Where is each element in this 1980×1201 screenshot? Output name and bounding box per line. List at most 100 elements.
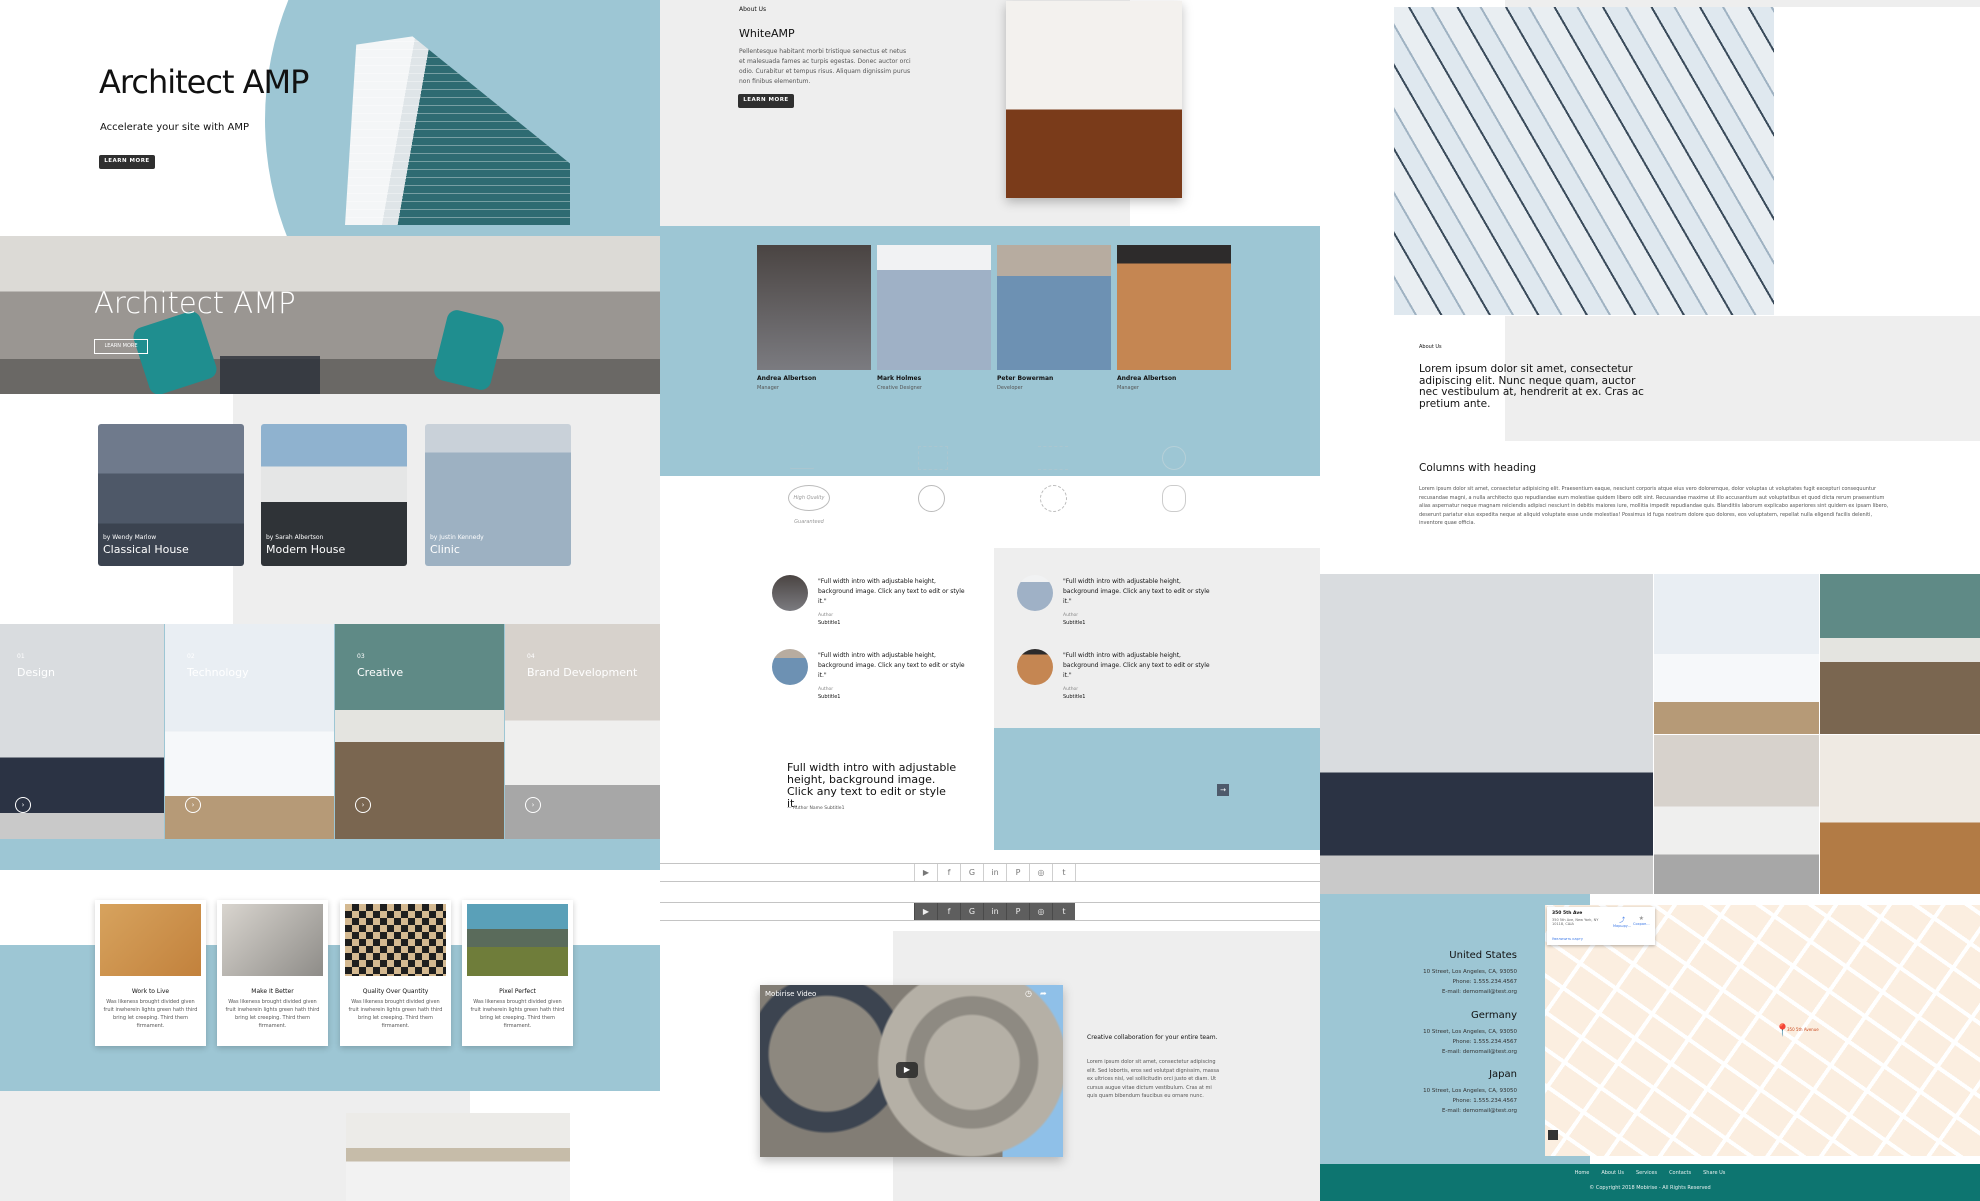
- footer-link-home[interactable]: Home: [1575, 1170, 1590, 1176]
- team-member-role: Creative Designer: [877, 385, 922, 391]
- project-title: Classical House: [103, 543, 189, 556]
- qr-code-icon: [1548, 1130, 1558, 1140]
- team-photo: [1117, 245, 1231, 370]
- google-plus-icon[interactable]: G: [960, 864, 983, 881]
- contact-address: 10 Street, Los Angeles, CA, 93050: [1423, 969, 1517, 975]
- footer-link-services[interactable]: Services: [1636, 1170, 1657, 1176]
- gallery-image[interactable]: [1654, 735, 1819, 894]
- gallery-image[interactable]: [1820, 735, 1980, 894]
- gallery-image[interactable]: [1654, 574, 1819, 734]
- map-directions-label: Маршру...: [1613, 924, 1632, 928]
- map-place-name: 350 5th Ave: [1552, 911, 1583, 916]
- youtube-icon[interactable]: ▶: [914, 864, 937, 881]
- columns-text: Lorem ipsum dolor sit amet, consectetur …: [1419, 486, 1889, 526]
- banner-learn-more-button[interactable]: LEARN MORE: [94, 339, 148, 354]
- map-embed[interactable]: 350 5th Ave 350 5th Ave, New York, NY 10…: [1545, 905, 1980, 1156]
- project-author: by Wendy Marlow: [103, 534, 157, 541]
- team-member-role: Developer: [997, 385, 1023, 391]
- twitter-icon[interactable]: t: [1052, 903, 1075, 920]
- facebook-icon[interactable]: f: [937, 864, 960, 881]
- linkedin-icon[interactable]: in: [983, 864, 1006, 881]
- column-1: Architect AMP Accelerate your site with …: [0, 0, 660, 1201]
- instagram-icon[interactable]: ◎: [1029, 864, 1052, 881]
- testimonial-author: Author: [1063, 687, 1079, 692]
- facebook-icon[interactable]: f: [937, 903, 960, 920]
- pinterest-icon[interactable]: P: [1006, 903, 1029, 920]
- feature-title: Make It Better: [251, 988, 294, 995]
- brand-logo-icon: [1038, 446, 1068, 470]
- chevron-right-icon[interactable]: ›: [525, 797, 541, 813]
- linkedin-icon[interactable]: in: [983, 903, 1006, 920]
- project-card[interactable]: by Sarah Albertson Modern House: [261, 424, 407, 566]
- video-player[interactable]: Mobirise Video ◷ ➦ ▶: [760, 985, 1063, 1157]
- chevron-right-icon[interactable]: ›: [185, 797, 201, 813]
- team-member-name: Andrea Albertson: [1117, 375, 1177, 382]
- map-save-button[interactable]: ★ Сохран...: [1633, 915, 1650, 926]
- footer-link-share-us[interactable]: Share Us: [1703, 1170, 1725, 1176]
- contact-email[interactable]: E-mail: demomail@test.org: [1320, 1047, 1517, 1057]
- pinterest-icon[interactable]: P: [1006, 864, 1029, 881]
- map-info-card: 350 5th Ave 350 5th Ave, New York, NY 10…: [1547, 907, 1655, 945]
- chevron-right-icon[interactable]: ›: [15, 797, 31, 813]
- play-icon[interactable]: ▶: [896, 1062, 918, 1078]
- youtube-icon[interactable]: ▶: [914, 903, 937, 920]
- glass-building-image: [1394, 7, 1774, 315]
- testimonial-subtitle: Subtitle1: [1063, 694, 1086, 700]
- contact-phone: Phone: 1.555.234.4567: [1452, 979, 1517, 985]
- social-icons-group: ▶ f Gin P ◎ t: [914, 903, 1075, 920]
- contact-phone: Phone: 1.555.234.4567: [1452, 1098, 1517, 1104]
- service-number: 03: [357, 653, 365, 660]
- contact-country: Japan: [1489, 1069, 1517, 1080]
- twitter-icon[interactable]: t: [1052, 864, 1075, 881]
- team-photo: [997, 245, 1111, 370]
- service-panel[interactable]: 03 Creative ›: [335, 624, 504, 839]
- footer-link-contacts[interactable]: Contacts: [1669, 1170, 1691, 1176]
- hero-subtitle: Accelerate your site with AMP: [100, 122, 250, 133]
- service-panel[interactable]: 04 Brand Development ›: [505, 624, 660, 839]
- contact-email[interactable]: E-mail: demomail@test.org: [1320, 1106, 1517, 1116]
- team-photo: [877, 245, 991, 370]
- hero-title: Architect AMP: [99, 63, 309, 101]
- about-label: About Us: [739, 6, 767, 13]
- team-member-name: Mark Holmes: [877, 375, 922, 382]
- arrow-right-icon[interactable]: →: [1217, 784, 1229, 796]
- testimonial-quote: "Full width intro with adjustable height…: [818, 652, 965, 679]
- hero-learn-more-button[interactable]: LEARN MORE: [99, 155, 155, 169]
- about-learn-more-button[interactable]: LEARN MORE: [738, 94, 794, 108]
- feature-image: [345, 904, 446, 976]
- project-card[interactable]: by Justin Kennedy Clinic: [425, 424, 571, 566]
- social-bar-light: ▶ f Gin P ◎ t: [660, 863, 1320, 882]
- share-icon[interactable]: ➦: [1040, 989, 1047, 998]
- map-place-address: 350 5th Ave, New York, NY 10118, США: [1552, 918, 1599, 926]
- testimonial-subtitle: Subtitle1: [818, 694, 841, 700]
- service-panel[interactable]: 01 Design ›: [0, 624, 164, 839]
- logo-original-icon: [918, 485, 945, 512]
- testimonial-quote: "Full width intro with adjustable height…: [818, 578, 965, 605]
- project-card[interactable]: by Wendy Marlow Classical House: [98, 424, 244, 566]
- contact-email[interactable]: E-mail: demomail@test.org: [1320, 987, 1517, 997]
- gallery-image[interactable]: [1820, 574, 1980, 734]
- team-member-role: Manager: [757, 385, 779, 391]
- map-enlarge-link[interactable]: Увеличить карту: [1552, 937, 1583, 941]
- google-plus-icon[interactable]: G: [960, 903, 983, 920]
- social-bar-dark: ▶ f Gin P ◎ t: [660, 902, 1320, 921]
- service-panel[interactable]: 02 Technology ›: [165, 624, 334, 839]
- service-title: Creative: [357, 666, 404, 679]
- team-member-role: Manager: [1117, 385, 1139, 391]
- chevron-right-icon[interactable]: ›: [355, 797, 371, 813]
- image-section-bg: [1505, 0, 1980, 7]
- map-directions-button[interactable]: ⤴ Маршру...: [1613, 915, 1631, 928]
- gallery-image[interactable]: [1320, 574, 1653, 894]
- project-author: by Sarah Albertson: [266, 534, 324, 541]
- instagram-icon[interactable]: ◎: [1029, 903, 1052, 920]
- logo-vintage-icon: [1040, 485, 1067, 512]
- pillow-decor: [220, 356, 320, 394]
- contact-country: Germany: [1471, 1010, 1517, 1021]
- contact-block: Japan 10 Street, Los Angeles, CA, 93050 …: [1320, 1069, 1517, 1116]
- footer-copyright: © Copyright 2018 Mobirise - All Rights R…: [1589, 1185, 1711, 1191]
- testimonial-author: Author: [818, 613, 834, 618]
- clock-icon[interactable]: ◷: [1025, 989, 1032, 998]
- footer-link-about-us[interactable]: About Us: [1601, 1170, 1624, 1176]
- feature-title: Pixel Perfect: [499, 988, 536, 995]
- contact-address: 10 Street, Los Angeles, CA, 93050: [1423, 1088, 1517, 1094]
